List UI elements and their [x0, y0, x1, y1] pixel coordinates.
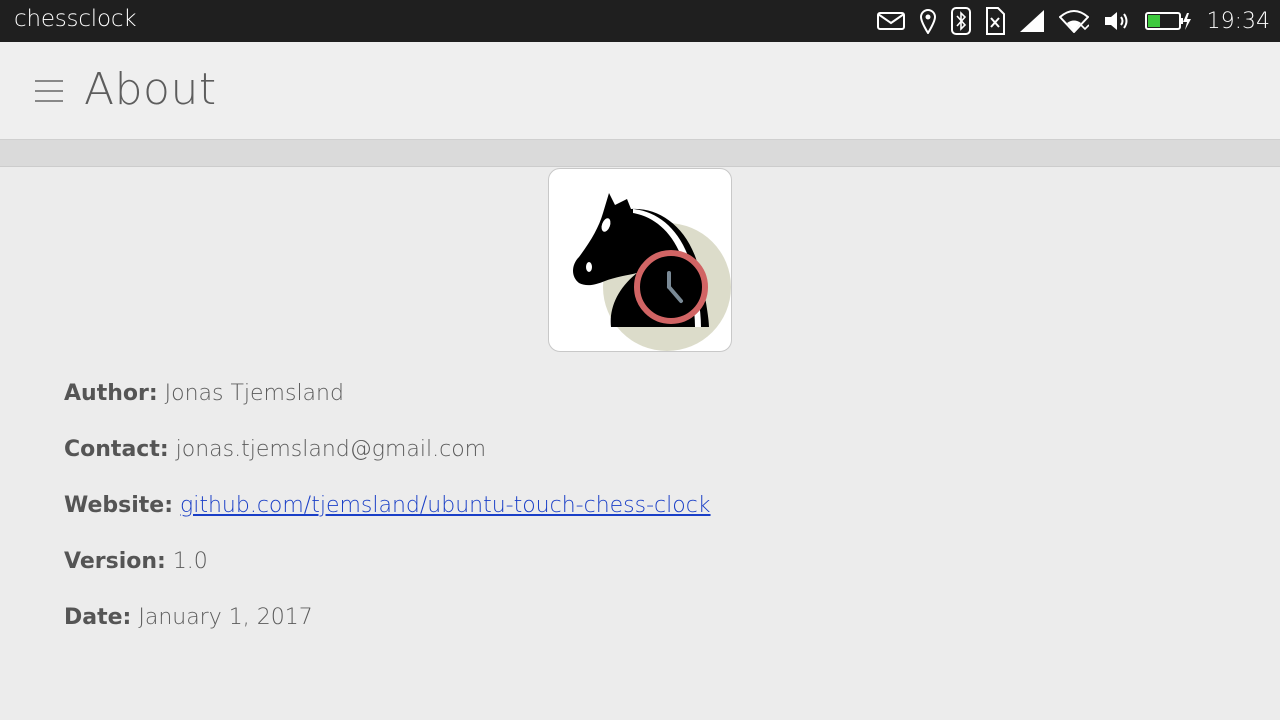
signal-icon[interactable]: [1019, 0, 1045, 42]
location-icon[interactable]: [919, 0, 937, 42]
status-bar: chessclock 19:34: [0, 0, 1280, 42]
page-title: About: [84, 64, 217, 115]
author-row: Author: Jonas Tjemsland: [64, 376, 711, 432]
contact-row: Contact: jonas.tjemsland@gmail.com: [64, 432, 711, 488]
author-label: Author:: [64, 381, 158, 406]
status-app-name: chessclock: [14, 6, 137, 32]
website-label: Website:: [64, 493, 174, 518]
date-value: January 1, 2017: [138, 605, 313, 630]
about-info: Author: Jonas Tjemsland Contact: jonas.t…: [64, 376, 711, 656]
date-row: Date: January 1, 2017: [64, 600, 711, 656]
sim-card-icon[interactable]: [985, 0, 1005, 42]
version-label: Version:: [64, 549, 166, 574]
message-icon[interactable]: [876, 0, 905, 42]
version-value: 1.0: [172, 549, 208, 574]
status-indicators[interactable]: 19:34: [863, 0, 1270, 42]
clock-time: 19:34: [1206, 8, 1270, 34]
website-row: Website: github.com/tjemsland/ubuntu-tou…: [64, 488, 711, 544]
menu-icon[interactable]: [35, 80, 63, 102]
author-value: Jonas Tjemsland: [164, 381, 344, 406]
battery-icon[interactable]: [1144, 0, 1191, 42]
website-link[interactable]: github.com/tjemsland/ubuntu-touch-chess-…: [180, 493, 711, 518]
date-label: Date:: [64, 605, 132, 630]
contact-label: Contact:: [64, 437, 169, 462]
page-header: About: [0, 42, 1280, 140]
volume-icon[interactable]: [1103, 0, 1131, 42]
wifi-icon[interactable]: [1058, 0, 1089, 42]
contact-value: jonas.tjemsland@gmail.com: [175, 437, 487, 462]
bluetooth-icon[interactable]: [950, 0, 971, 42]
header-divider: [0, 140, 1280, 167]
app-logo: [548, 168, 732, 352]
version-row: Version: 1.0: [64, 544, 711, 600]
